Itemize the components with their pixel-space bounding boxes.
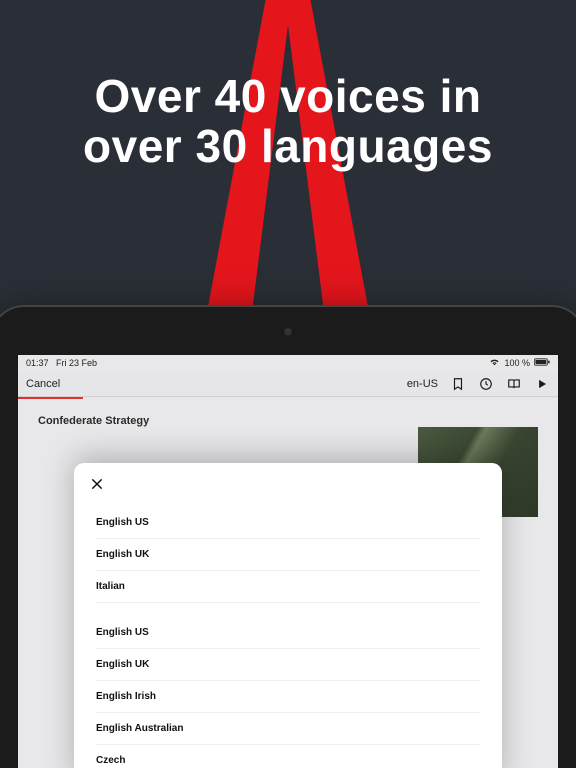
voice-picker-sheet: English US English UK Italian English US…: [74, 463, 502, 768]
status-date: Fri 23 Feb: [56, 358, 97, 368]
list-item[interactable]: English US: [96, 617, 480, 649]
promo-line-1: Over 40 voices in: [95, 70, 482, 122]
list-item[interactable]: English UK: [96, 539, 480, 571]
ipad-frame: 01:37 Fri 23 Feb 100 % Cancel en-US: [0, 305, 576, 768]
list-item[interactable]: English Australian: [96, 713, 480, 745]
history-icon[interactable]: [478, 376, 494, 392]
toolbar: Cancel en-US: [18, 371, 558, 397]
battery-percent: 100 %: [504, 358, 530, 368]
close-icon[interactable]: [80, 467, 114, 501]
play-icon[interactable]: [534, 376, 550, 392]
battery-icon: [534, 358, 550, 368]
promo-line-2: over 30 languages: [0, 122, 576, 172]
list-item[interactable]: English UK: [96, 649, 480, 681]
ipad-screen: 01:37 Fri 23 Feb 100 % Cancel en-US: [18, 355, 558, 768]
list-item[interactable]: English US: [96, 507, 480, 539]
list-item[interactable]: Italian: [96, 571, 480, 603]
document-title: Confederate Strategy: [38, 415, 538, 427]
locale-button[interactable]: en-US: [407, 378, 438, 390]
promo-headline: Over 40 voices in over 30 languages: [0, 72, 576, 171]
status-time: 01:37: [26, 358, 49, 368]
ipad-camera: [285, 328, 292, 335]
book-icon[interactable]: [506, 376, 522, 392]
voice-list: English US English UK Italian English US…: [74, 501, 502, 768]
list-item[interactable]: Czech: [96, 745, 480, 768]
list-item[interactable]: English Irish: [96, 681, 480, 713]
status-left: 01:37 Fri 23 Feb: [26, 358, 97, 368]
cancel-button[interactable]: Cancel: [26, 378, 60, 390]
status-bar: 01:37 Fri 23 Feb 100 %: [18, 355, 558, 371]
wifi-icon: [489, 358, 500, 368]
bookmark-icon[interactable]: [450, 376, 466, 392]
